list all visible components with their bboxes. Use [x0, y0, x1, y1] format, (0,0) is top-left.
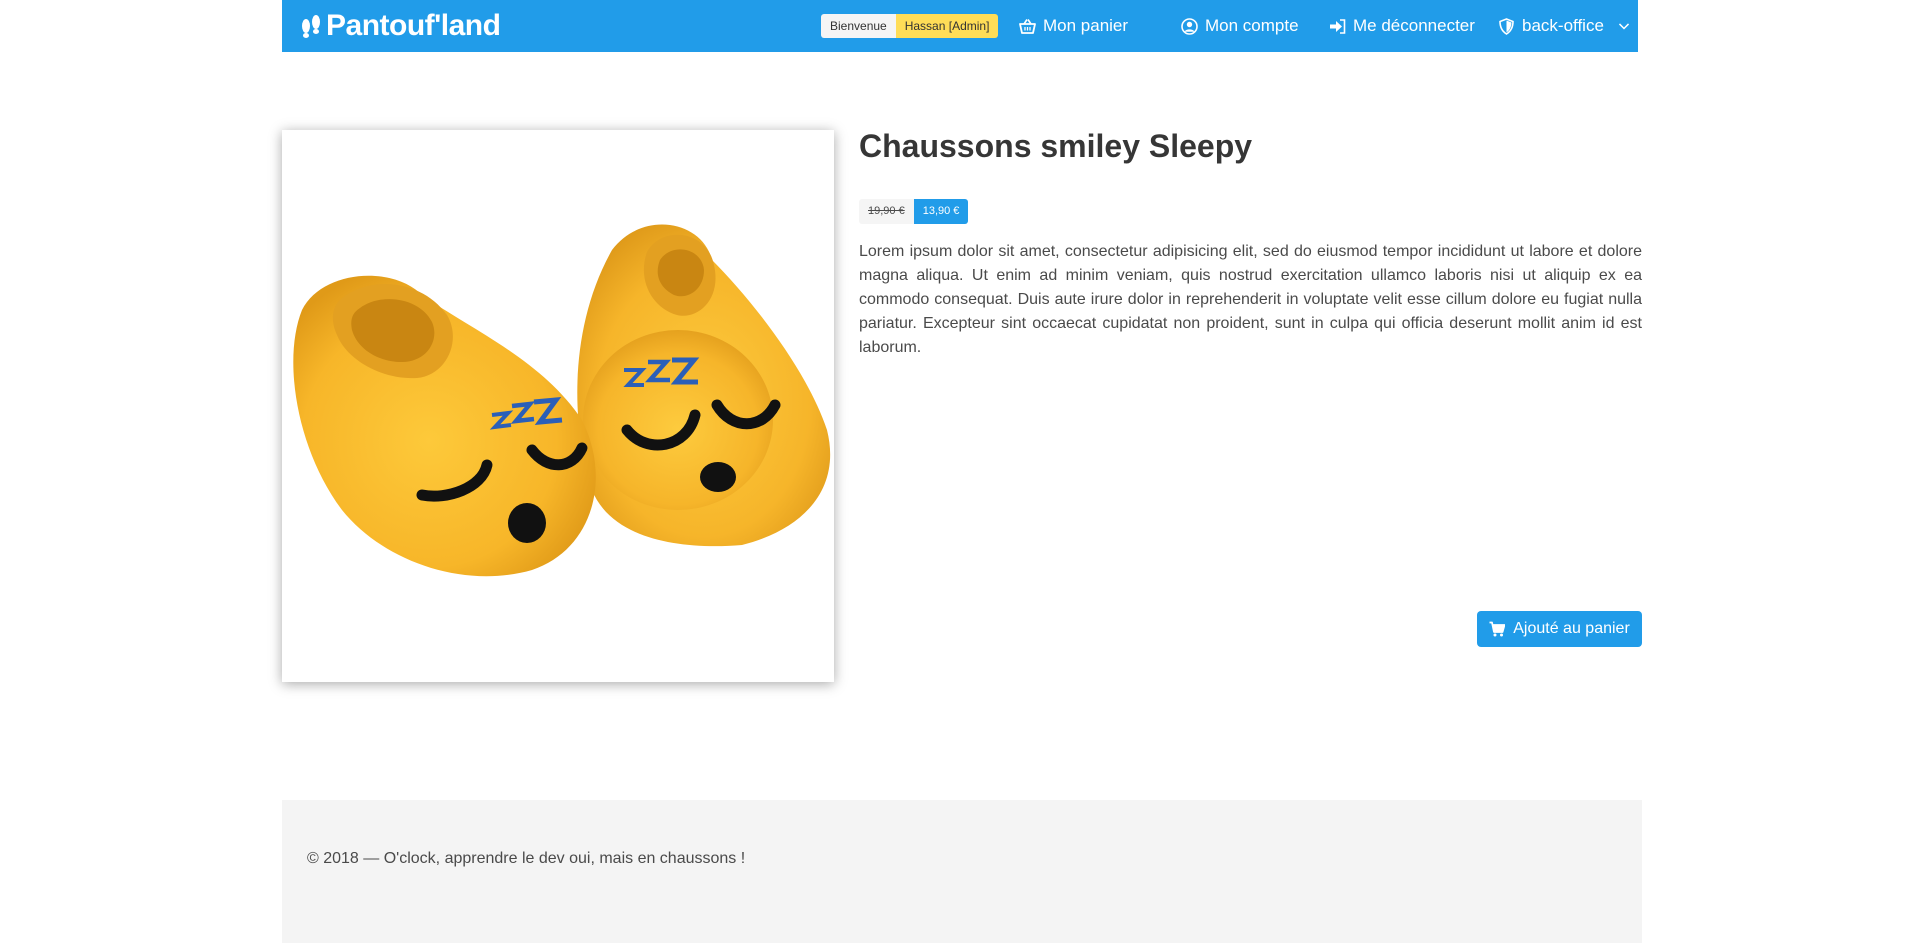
- navbar: Pantouf'land Bienvenue Hassan [Admin] Mo…: [282, 0, 1638, 52]
- welcome-tag: Bienvenue: [821, 14, 896, 38]
- footer-copyright: © 2018 — O'clock, apprendre le dev oui, …: [307, 850, 746, 867]
- sleepy-emoji-slippers-image: [293, 224, 831, 577]
- nav-logout[interactable]: Me déconnecter: [1329, 0, 1475, 52]
- product-image: [282, 130, 834, 682]
- footer: © 2018 — O'clock, apprendre le dev oui, …: [282, 800, 1642, 943]
- product-description: Lorem ipsum dolor sit amet, consectetur …: [859, 243, 1642, 356]
- brand-name: Pantouf'land: [326, 9, 501, 42]
- price-tags: 19,90 € 13,90 €: [859, 199, 969, 224]
- cart-icon: [1489, 621, 1506, 637]
- nav-cart-label: Mon panier: [1043, 16, 1129, 35]
- user-tags: Bienvenue Hassan [Admin]: [821, 14, 999, 38]
- chevron-down-icon: [1618, 23, 1629, 30]
- nav-backoffice[interactable]: back-office: [1498, 0, 1631, 52]
- nav-backoffice-label: back-office: [1522, 16, 1604, 35]
- new-price: 13,90 €: [913, 199, 969, 224]
- add-to-cart-label: Ajouté au panier: [1513, 620, 1630, 637]
- old-price: 19,90 €: [859, 199, 914, 224]
- footprints-icon: [302, 15, 320, 38]
- nav-logout-label: Me déconnecter: [1353, 16, 1475, 35]
- nav-cart[interactable]: Mon panier: [1019, 0, 1128, 52]
- nav-account[interactable]: Mon compte: [1181, 0, 1299, 52]
- sign-out-icon: [1330, 18, 1346, 34]
- product-title: Chaussons smiley Sleepy: [859, 128, 1253, 164]
- user-circle-icon: [1181, 17, 1198, 35]
- user-tag: Hassan [Admin]: [895, 14, 999, 38]
- basket-icon: [1019, 18, 1036, 34]
- brand-logo[interactable]: Pantouf'land: [300, 8, 501, 44]
- add-to-cart-button[interactable]: Ajouté au panier: [1477, 611, 1642, 647]
- shield-icon: [1499, 17, 1514, 35]
- nav-account-label: Mon compte: [1205, 16, 1299, 35]
